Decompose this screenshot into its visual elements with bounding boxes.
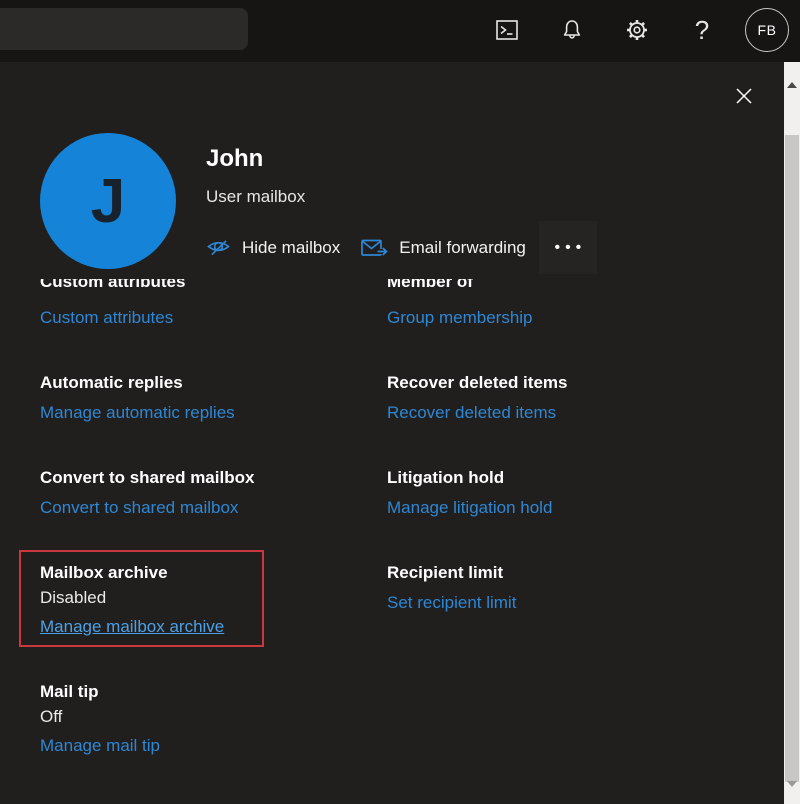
convert-to-shared-mailbox-link[interactable]: Convert to shared mailbox: [40, 498, 238, 517]
section-title: Recover deleted items: [387, 373, 754, 392]
eye-slash-icon: [206, 237, 231, 258]
section-title: Automatic replies: [40, 373, 387, 392]
settings-button[interactable]: [615, 8, 659, 52]
section-convert-to-shared-mailbox: Convert to shared mailbox Convert to sha…: [40, 468, 387, 517]
section-title: Mailbox archive: [40, 563, 387, 582]
help-button[interactable]: ?: [680, 8, 724, 52]
top-app-bar: ? FB: [0, 0, 800, 62]
section-recipient-limit: Recipient limit Set recipient limit: [387, 563, 754, 612]
section-title: Convert to shared mailbox: [40, 468, 387, 487]
scroll-down-arrow-icon: [787, 781, 797, 802]
account-avatar: FB: [745, 8, 789, 52]
manage-litigation-hold-link[interactable]: Manage litigation hold: [387, 498, 552, 517]
section-title: Litigation hold: [387, 468, 754, 487]
mailbox-details-flyout: J John User mailbox Hide mailbox: [0, 62, 784, 804]
bell-icon: [562, 19, 582, 41]
section-title: Recipient limit: [387, 563, 754, 582]
powershell-terminal-button[interactable]: [485, 8, 529, 52]
gear-icon: [625, 18, 649, 42]
section-custom-attributes: Custom attributes Custom attributes: [40, 279, 387, 327]
profile-action-bar: Hide mailbox Email forwarding •••: [206, 221, 597, 274]
section-litigation-hold: Litigation hold Manage litigation hold: [387, 468, 754, 517]
notifications-button[interactable]: [550, 8, 594, 52]
close-button[interactable]: [730, 82, 758, 110]
mail-forward-icon: [361, 238, 388, 258]
close-x-icon: [733, 85, 755, 107]
topbar-icon-group: ? FB: [485, 8, 789, 52]
more-actions-button[interactable]: •••: [539, 221, 597, 274]
mailbox-name: John: [206, 145, 597, 173]
mail-tip-status: Off: [40, 707, 387, 726]
account-button[interactable]: FB: [745, 8, 789, 52]
recover-deleted-items-link[interactable]: Recover deleted items: [387, 403, 556, 422]
terminal-icon: [496, 20, 518, 40]
mailbox-archive-status: Disabled: [40, 588, 387, 607]
group-membership-link[interactable]: Group membership: [387, 308, 533, 327]
manage-mail-tip-link[interactable]: Manage mail tip: [40, 736, 160, 755]
set-recipient-limit-link[interactable]: Set recipient limit: [387, 593, 516, 612]
search-input[interactable]: [0, 8, 248, 50]
section-title: Mail tip: [40, 682, 387, 701]
section-automatic-replies: Automatic replies Manage automatic repli…: [40, 373, 387, 422]
custom-attributes-link[interactable]: Custom attributes: [40, 308, 173, 327]
section-mailbox-archive: Mailbox archive Disabled Manage mailbox …: [40, 563, 387, 636]
section-title: Custom attributes: [40, 279, 387, 291]
user-avatar: J: [40, 133, 176, 269]
scroll-down-button[interactable]: [784, 786, 800, 802]
email-forwarding-label: Email forwarding: [399, 238, 526, 258]
manage-automatic-replies-link[interactable]: Manage automatic replies: [40, 403, 235, 422]
mailbox-settings-grid: Custom attributes Custom attributes Memb…: [0, 279, 754, 804]
vertical-scrollbar[interactable]: [784, 62, 800, 804]
mailbox-profile-header: J John User mailbox Hide mailbox: [40, 133, 597, 274]
hide-mailbox-button[interactable]: Hide mailbox: [206, 237, 340, 258]
section-title: Member of: [387, 279, 754, 291]
mailbox-type-label: User mailbox: [206, 187, 597, 207]
manage-mailbox-archive-link[interactable]: Manage mailbox archive: [40, 617, 224, 636]
scroll-up-arrow-icon: [787, 67, 797, 88]
scrollbar-thumb[interactable]: [785, 135, 799, 782]
hide-mailbox-label: Hide mailbox: [242, 238, 340, 258]
section-mail-tip: Mail tip Off Manage mail tip: [40, 682, 387, 755]
help-question-icon: ?: [695, 17, 709, 43]
email-forwarding-button[interactable]: Email forwarding: [361, 238, 526, 258]
scroll-up-button[interactable]: [784, 66, 800, 82]
section-recover-deleted-items: Recover deleted items Recover deleted it…: [387, 373, 754, 422]
section-member-of: Member of Group membership: [387, 279, 754, 327]
avatar-initial: J: [91, 166, 125, 237]
